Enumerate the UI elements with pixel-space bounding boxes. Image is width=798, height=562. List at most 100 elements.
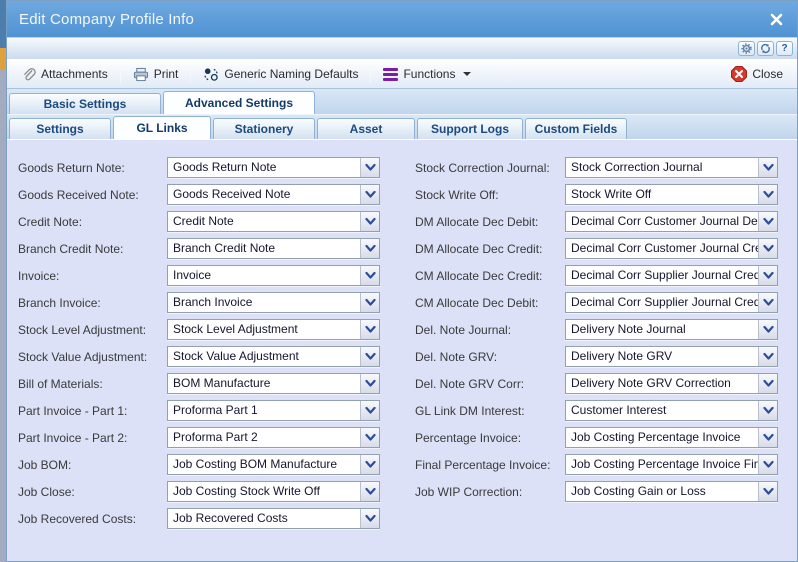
dropdown-select[interactable]: Delivery Note GRV [565, 346, 778, 367]
chevron-down-icon[interactable] [758, 185, 777, 204]
field-label: Job BOM: [18, 458, 167, 472]
printer-icon [133, 67, 149, 82]
dropdown-select[interactable]: Delivery Note Journal [565, 319, 778, 340]
tab-advanced-settings[interactable]: Advanced Settings [163, 91, 315, 114]
chevron-down-icon[interactable] [360, 158, 379, 177]
chevron-down-icon[interactable] [758, 455, 777, 474]
dropdown-value: Goods Received Note [168, 185, 360, 204]
dropdown-select[interactable]: Invoice [167, 265, 380, 286]
dropdown-select[interactable]: BOM Manufacture [167, 373, 380, 394]
settings-gear-button[interactable] [738, 41, 755, 56]
tab-asset[interactable]: Asset [317, 118, 415, 139]
chevron-down-icon[interactable] [758, 428, 777, 447]
dropdown-value: Job Costing Stock Write Off [168, 482, 360, 501]
chevron-down-icon[interactable] [360, 239, 379, 258]
tab-custom-fields[interactable]: Custom Fields [525, 118, 627, 139]
chevron-down-icon[interactable] [758, 266, 777, 285]
chevron-down-icon[interactable] [360, 320, 379, 339]
form-row: Stock Correction Journal: Stock Correcti… [415, 154, 778, 181]
dropdown-select[interactable]: Job Costing BOM Manufacture [167, 454, 380, 475]
chevron-down-icon[interactable] [758, 482, 777, 501]
chevron-down-icon[interactable] [360, 347, 379, 366]
dropdown-select[interactable]: Stock Value Adjustment [167, 346, 380, 367]
dropdown-select[interactable]: Decimal Corr Customer Journal Debit [565, 211, 778, 232]
chevron-down-icon[interactable] [758, 320, 777, 339]
dropdown-select[interactable]: Delivery Note GRV Correction [565, 373, 778, 394]
form-row: Bill of Materials: BOM Manufacture [18, 370, 380, 397]
dropdown-select[interactable]: Goods Received Note [167, 184, 380, 205]
chevron-down-icon[interactable] [758, 239, 777, 258]
chevron-down-icon[interactable] [758, 293, 777, 312]
chevron-down-icon[interactable] [360, 185, 379, 204]
dropdown-value: Invoice [168, 266, 360, 285]
gl-links-panel: Goods Return Note: Goods Return Note Goo… [7, 140, 797, 561]
refresh-button[interactable] [757, 41, 774, 56]
dropdown-select[interactable]: Stock Level Adjustment [167, 319, 380, 340]
form-row: Job Recovered Costs: Job Recovered Costs [18, 505, 380, 532]
dropdown-select[interactable]: Job Costing Percentage Invoice Final [565, 454, 778, 475]
dropdown-select[interactable]: Customer Interest [565, 400, 778, 421]
edit-company-profile-dialog: Edit Company Profile Info ? [6, 0, 798, 562]
close-button[interactable]: Close [725, 63, 789, 85]
dropdown-select[interactable]: Branch Invoice [167, 292, 380, 313]
print-button[interactable]: Print [127, 64, 185, 85]
field-label: Del. Note Journal: [415, 323, 565, 337]
close-icon[interactable] [767, 10, 785, 28]
form-row: Stock Write Off: Stock Write Off [415, 181, 778, 208]
tab-stationery[interactable]: Stationery [213, 118, 315, 139]
tab-settings[interactable]: Settings [9, 118, 111, 139]
dropdown-select[interactable]: Branch Credit Note [167, 238, 380, 259]
dropdown-select[interactable]: Job Costing Gain or Loss [565, 481, 778, 502]
dropdown-select[interactable]: Decimal Corr Supplier Journal Credit [565, 292, 778, 313]
tab-gl-links[interactable]: GL Links [113, 116, 211, 139]
field-label: Bill of Materials: [18, 377, 167, 391]
functions-menu-button[interactable]: Functions [377, 64, 477, 84]
dropdown-select[interactable]: Decimal Corr Supplier Journal Credit [565, 265, 778, 286]
dropdown-value: Stock Level Adjustment [168, 320, 360, 339]
tab-support-logs[interactable]: Support Logs [417, 118, 523, 139]
dropdown-value: Delivery Note GRV Correction [566, 374, 758, 393]
chevron-down-icon[interactable] [360, 482, 379, 501]
dropdown-value: Job Recovered Costs [168, 509, 360, 528]
chevron-down-icon[interactable] [360, 212, 379, 231]
dropdown-value: Decimal Corr Customer Journal Credit [566, 239, 758, 258]
dropdown-select[interactable]: Goods Return Note [167, 157, 380, 178]
generic-naming-defaults-button[interactable]: Generic Naming Defaults [197, 64, 364, 85]
rename-defaults-icon [203, 67, 219, 82]
chevron-down-icon[interactable] [360, 293, 379, 312]
dropdown-select[interactable]: Proforma Part 1 [167, 400, 380, 421]
toolbar-separator [370, 65, 371, 83]
dropdown-select[interactable]: Stock Write Off [565, 184, 778, 205]
chevron-down-icon[interactable] [758, 212, 777, 231]
form-row: Branch Invoice: Branch Invoice [18, 289, 380, 316]
dropdown-select[interactable]: Credit Note [167, 211, 380, 232]
chevron-down-icon[interactable] [758, 401, 777, 420]
chevron-down-icon[interactable] [758, 158, 777, 177]
chevron-down-icon[interactable] [360, 455, 379, 474]
help-button[interactable]: ? [776, 41, 793, 56]
form-row: Job WIP Correction: Job Costing Gain or … [415, 478, 778, 505]
chevron-down-icon[interactable] [758, 374, 777, 393]
chevron-down-icon[interactable] [360, 266, 379, 285]
field-label: Branch Credit Note: [18, 242, 167, 256]
dropdown-select[interactable]: Job Costing Stock Write Off [167, 481, 380, 502]
field-label: Job Recovered Costs: [18, 512, 167, 526]
chevron-down-icon[interactable] [360, 374, 379, 393]
dropdown-select[interactable]: Job Costing Percentage Invoice [565, 427, 778, 448]
dropdown-select[interactable]: Job Recovered Costs [167, 508, 380, 529]
chevron-down-icon[interactable] [360, 428, 379, 447]
dropdown-select[interactable]: Stock Correction Journal [565, 157, 778, 178]
field-label: Goods Return Note: [18, 161, 167, 175]
chevron-down-icon[interactable] [360, 401, 379, 420]
field-label: Branch Invoice: [18, 296, 167, 310]
dropdown-select[interactable]: Proforma Part 2 [167, 427, 380, 448]
field-label: Final Percentage Invoice: [415, 458, 565, 472]
chevron-down-icon[interactable] [758, 347, 777, 366]
chevron-down-icon[interactable] [360, 509, 379, 528]
tab-basic-settings[interactable]: Basic Settings [9, 93, 161, 114]
form-row: Job Close: Job Costing Stock Write Off [18, 478, 380, 505]
field-label: Part Invoice - Part 1: [18, 404, 167, 418]
dropdown-select[interactable]: Decimal Corr Customer Journal Credit [565, 238, 778, 259]
attachments-button[interactable]: Attachments [15, 64, 114, 85]
field-label: Del. Note GRV: [415, 350, 565, 364]
